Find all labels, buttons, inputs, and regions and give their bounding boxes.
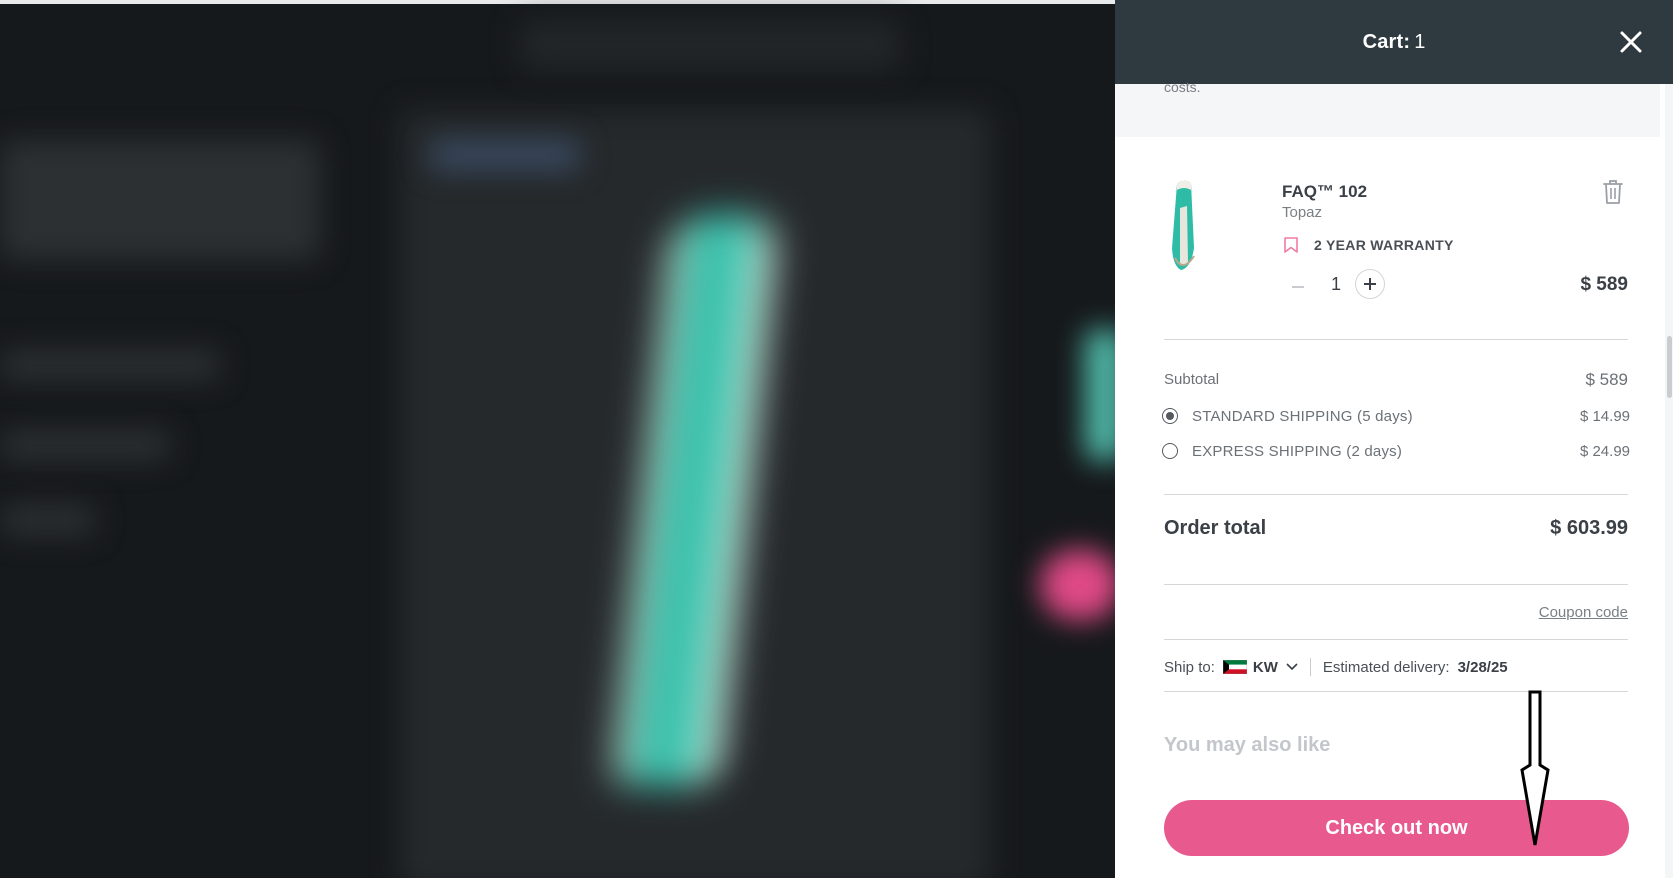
top-border xyxy=(0,0,1115,4)
shipping-option-label: STANDARD SHIPPING (5 days) xyxy=(1192,407,1413,425)
ship-to-label: Ship to: xyxy=(1164,658,1215,676)
shipping-option-standard[interactable]: STANDARD SHIPPING (5 days) $ 14.99 xyxy=(1162,405,1630,427)
warranty-badge: 2 YEAR WARRANTY xyxy=(1282,236,1454,254)
divider xyxy=(1164,494,1628,495)
subtotal-value: $ 589 xyxy=(1585,370,1628,389)
delivery-label: Estimated delivery: xyxy=(1322,658,1450,676)
subtotal-label: Subtotal xyxy=(1164,371,1220,388)
cart-header: Cart: 1 xyxy=(1115,0,1673,84)
blurred-text-block xyxy=(0,140,320,260)
delivery-date: 3/28/25 xyxy=(1457,658,1508,676)
divider xyxy=(1164,691,1628,692)
shipping-notice: costs. xyxy=(1115,79,1660,137)
coupon-code-link[interactable]: Coupon code xyxy=(1539,604,1628,621)
blurred-text-line xyxy=(0,505,95,535)
blurred-header xyxy=(520,20,900,70)
recommendations-heading: You may also like xyxy=(1164,734,1331,756)
separator xyxy=(1309,658,1311,676)
scrollbar-track[interactable] xyxy=(1665,84,1673,878)
product-name[interactable]: FAQ™ 102 xyxy=(1282,182,1367,202)
cart-count: 1 xyxy=(1414,30,1426,53)
divider xyxy=(1164,339,1628,340)
quantity-value: 1 xyxy=(1330,274,1341,294)
cart-title: Cart: xyxy=(1362,30,1411,53)
divider xyxy=(1164,639,1628,640)
bookmark-icon xyxy=(1284,237,1298,253)
shipping-option-price: $ 14.99 xyxy=(1579,407,1630,425)
product-thumbnail[interactable] xyxy=(1167,178,1201,274)
plus-icon xyxy=(1364,278,1376,290)
item-price: $ 589 xyxy=(1580,274,1628,295)
cart-drawer: Cart: 1 costs. FAQ™ 102 Topaz 2 YEAR WAR… xyxy=(1115,0,1673,878)
shipping-option-price: $ 24.99 xyxy=(1579,442,1630,460)
background-page xyxy=(0,0,1115,878)
blurred-thumbnail xyxy=(1085,330,1115,460)
checkout-button[interactable]: Check out now xyxy=(1164,800,1629,856)
shipping-option-express[interactable]: EXPRESS SHIPPING (2 days) $ 24.99 xyxy=(1162,440,1630,462)
shipping-option-label: EXPRESS SHIPPING (2 days) xyxy=(1192,442,1403,460)
ship-to-row: Ship to: KW Estimated delivery: 3/28/25 xyxy=(1164,655,1508,679)
radio-unselected[interactable] xyxy=(1162,443,1178,459)
quantity-increase-button[interactable] xyxy=(1355,269,1385,299)
warranty-label: 2 YEAR WARRANTY xyxy=(1314,237,1454,253)
chevron-down-icon[interactable] xyxy=(1286,663,1298,671)
blurred-text-line xyxy=(0,430,170,460)
quantity-decrease-button[interactable] xyxy=(1283,270,1313,300)
blurred-button xyxy=(1040,550,1115,620)
down-arrow-annotation xyxy=(1520,690,1550,846)
blurred-text-line xyxy=(0,350,220,380)
product-variant: Topaz xyxy=(1282,204,1323,221)
blurred-badge xyxy=(430,140,580,170)
minus-icon xyxy=(1292,286,1304,288)
scrollbar-thumb[interactable] xyxy=(1667,336,1672,398)
close-icon[interactable] xyxy=(1617,28,1645,56)
order-total-value: $ 603.99 xyxy=(1550,517,1628,539)
trash-icon[interactable] xyxy=(1601,178,1625,206)
kuwait-flag-icon xyxy=(1222,660,1247,674)
order-total-label: Order total xyxy=(1164,517,1267,539)
country-code[interactable]: KW xyxy=(1253,659,1278,676)
notice-text: costs. xyxy=(1164,79,1201,95)
radio-selected[interactable] xyxy=(1162,408,1178,424)
divider xyxy=(1164,584,1628,585)
